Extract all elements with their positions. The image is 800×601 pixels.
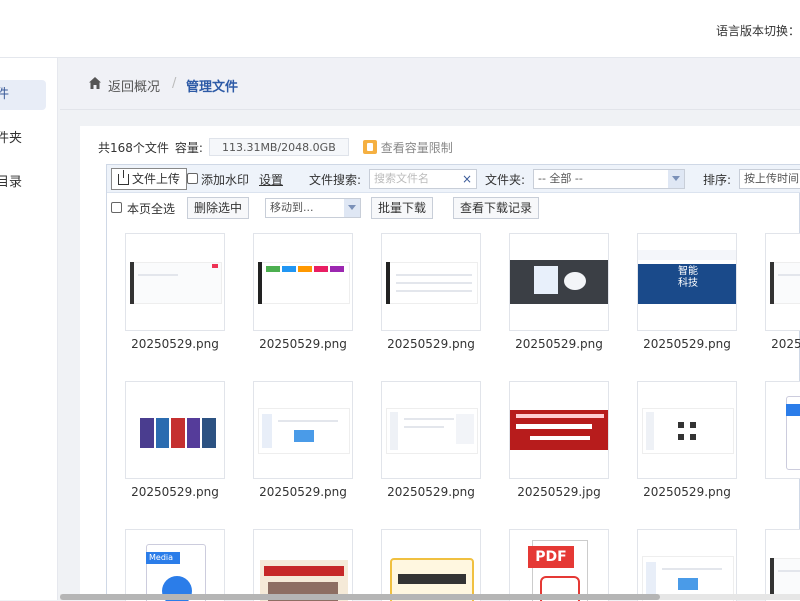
folder-label: 文件夹: (485, 173, 526, 187)
file-thumbnail[interactable]: Media (125, 529, 225, 601)
home-icon (89, 77, 101, 89)
watermark-settings-link[interactable]: 设置 (259, 171, 283, 188)
file-name[interactable]: 20250529.png (111, 337, 239, 351)
chevron-down-icon (668, 170, 684, 188)
sort-label: 排序: (703, 173, 732, 187)
file-name[interactable]: 20250529.png (751, 337, 800, 351)
file-grid: 20250529.png 20250529.png 20250529.png 2025… (107, 223, 800, 601)
thumbnail-text: PDF (528, 546, 574, 568)
clear-search-icon[interactable]: × (462, 170, 472, 188)
search-input[interactable]: 搜索文件名 × (369, 169, 477, 189)
file-name[interactable]: 12 (751, 485, 800, 499)
sidebar-item-folders[interactable]: 件夹 (0, 124, 46, 154)
upload-icon (118, 169, 129, 185)
watermark-checkbox[interactable] (187, 173, 198, 184)
delete-selected-label: 删除选中 (194, 201, 243, 215)
scrollbar-thumb[interactable] (60, 594, 660, 600)
upload-button[interactable]: 文件上传 (111, 168, 188, 190)
file-count: 共168个文件 (98, 140, 169, 155)
file-name[interactable]: 20250529.png (111, 485, 239, 499)
batch-download-button[interactable]: 批量下载 (371, 197, 434, 219)
sidebar: 件 件夹 目录 (0, 58, 58, 600)
file-manager-panel: 共168个文件 容量: 113.31MB/2048.0GB 查看容量限制 文件上… (80, 126, 800, 601)
file-thumbnail[interactable] (637, 381, 737, 479)
file-name[interactable]: 20250529.png (239, 485, 367, 499)
breadcrumb-separator: / (172, 76, 177, 91)
search-placeholder: 搜索文件名 (374, 172, 429, 185)
download-log-label: 查看下载记录 (460, 201, 533, 215)
language-switch[interactable]: 语言版本切换： (716, 22, 800, 39)
file-thumbnail[interactable] (509, 233, 609, 331)
folder-select-value: -- 全部 -- (538, 172, 583, 185)
download-log-button[interactable]: 查看下载记录 (453, 197, 540, 219)
file-thumbnail[interactable] (637, 529, 737, 601)
storage-icon (362, 140, 377, 154)
storage-stats: 共168个文件 容量: 113.31MB/2048.0GB 查看容量限制 (98, 136, 453, 158)
toolbar-row-primary: 文件上传 添加水印 设置 文件搜索: 搜索文件名 × 文件夹: -- 全部 --… (107, 165, 800, 193)
capacity-value: 113.31MB/2048.0GB (208, 138, 349, 156)
file-thumbnail[interactable] (765, 381, 800, 479)
select-all-label: 本页全选 (127, 202, 176, 216)
batch-download-label: 批量下载 (378, 201, 427, 215)
search-label: 文件搜索: (309, 173, 362, 187)
sidebar-item-label: 件夹 (0, 131, 23, 146)
file-thumbnail[interactable] (509, 381, 609, 479)
thumbnail-text: Media (146, 552, 180, 564)
file-toolbox: 文件上传 添加水印 设置 文件搜索: 搜索文件名 × 文件夹: -- 全部 --… (106, 164, 800, 601)
file-thumbnail[interactable] (253, 529, 353, 601)
file-thumbnail[interactable] (765, 233, 800, 331)
thumbnail-text: 智能 科技 (678, 266, 698, 289)
file-name[interactable]: 20250529.png (239, 337, 367, 351)
file-name[interactable]: 20250529.png (495, 337, 623, 351)
horizontal-scrollbar[interactable] (60, 594, 800, 600)
file-thumbnail[interactable] (253, 381, 353, 479)
sidebar-item-label: 目录 (0, 175, 23, 190)
top-bar: 语言版本切换： (0, 0, 800, 58)
move-to-value: 移动到... (270, 201, 314, 214)
file-name[interactable]: 20250529.png (623, 337, 751, 351)
move-to-select[interactable]: 移动到... (265, 198, 361, 218)
delete-selected-button[interactable]: 删除选中 (187, 197, 250, 219)
sidebar-item-label: 件 (0, 87, 10, 102)
main-content: 返回概况 / 管理文件 共168个文件 容量: 113.31MB/2048.0G… (60, 58, 800, 601)
file-thumbnail[interactable]: PDF (509, 529, 609, 601)
sidebar-item-directory[interactable]: 目录 (0, 168, 46, 198)
file-name[interactable]: 20250529.png (367, 337, 495, 351)
file-thumbnail[interactable] (253, 233, 353, 331)
file-thumbnail[interactable] (125, 381, 225, 479)
upload-button-label: 文件上传 (132, 172, 181, 186)
thumbnail-text (786, 404, 800, 416)
sort-select-value: 按上传时间 (744, 172, 799, 185)
file-thumbnail[interactable] (381, 233, 481, 331)
file-thumbnail[interactable] (381, 381, 481, 479)
file-thumbnail[interactable]: 智能 科技 (637, 233, 737, 331)
watermark-label: 添加水印 (201, 173, 250, 187)
file-thumbnail[interactable] (765, 529, 800, 601)
breadcrumb-back-link[interactable]: 返回概况 (108, 76, 160, 95)
file-thumbnail[interactable] (125, 233, 225, 331)
page-title: 管理文件 (186, 80, 239, 95)
toolbar-row-secondary: 本页全选 删除选中 移动到... 批量下载 查看下载记录 (107, 193, 800, 223)
sort-select[interactable]: 按上传时间 (739, 169, 800, 189)
file-name[interactable]: 20250529.png (623, 485, 751, 499)
capacity-limit-link[interactable]: 查看容量限制 (381, 139, 453, 156)
capacity-label: 容量: (174, 140, 203, 155)
folder-select[interactable]: -- 全部 -- (533, 169, 685, 189)
file-name[interactable]: 20250529.jpg (495, 485, 623, 499)
chevron-down-icon (344, 199, 360, 217)
file-thumbnail[interactable] (381, 529, 481, 601)
sidebar-item-files[interactable]: 件 (0, 80, 46, 110)
file-name[interactable]: 20250529.png (367, 485, 495, 499)
select-all-checkbox[interactable] (111, 202, 122, 213)
breadcrumb: 返回概况 / 管理文件 (60, 58, 800, 110)
